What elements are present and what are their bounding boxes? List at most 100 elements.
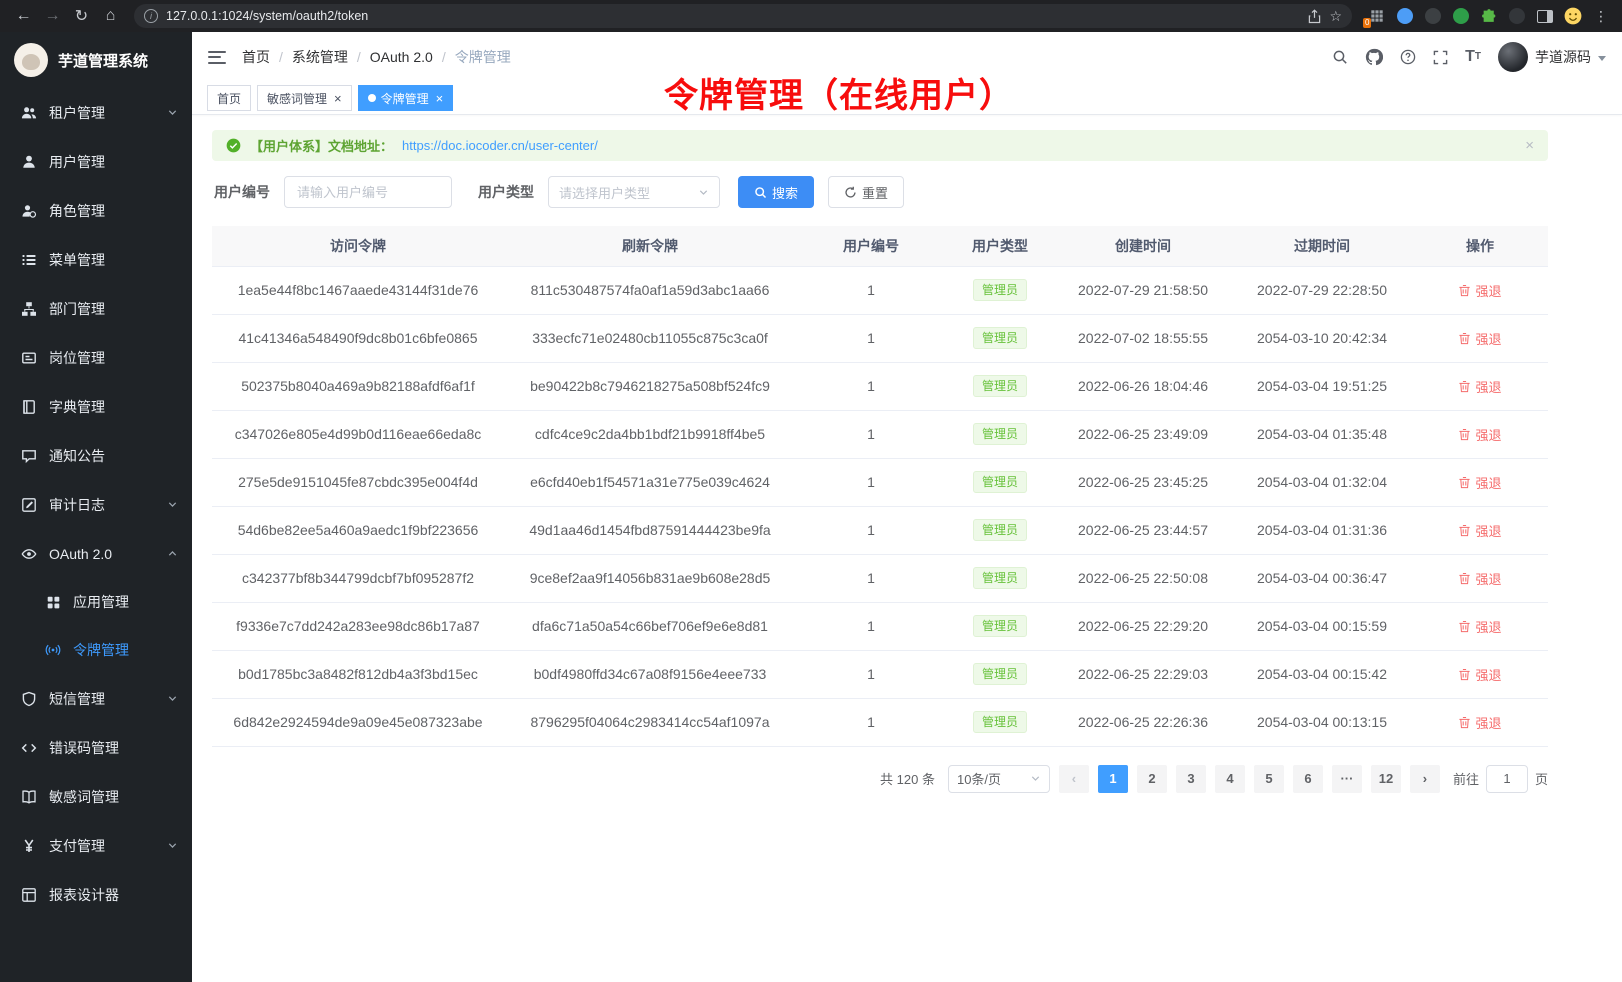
sidebar-item-岗位管理[interactable]: 岗位管理 bbox=[0, 333, 192, 382]
sidebar-subitem-令牌管理[interactable]: 令牌管理 bbox=[0, 626, 192, 674]
sidebar-subitem-应用管理[interactable]: 应用管理 bbox=[0, 578, 192, 626]
page-button-1[interactable]: 1 bbox=[1098, 765, 1128, 793]
sidebar-subitem-label: 应用管理 bbox=[73, 592, 129, 612]
extension-puzzle-icon[interactable] bbox=[1479, 6, 1499, 26]
force-logout-button[interactable]: 强退 bbox=[1458, 329, 1501, 348]
tab-敏感词管理[interactable]: 敏感词管理× bbox=[257, 85, 352, 111]
user-menu[interactable]: 芋道源码 bbox=[1498, 42, 1606, 72]
sidebar-item-支付管理[interactable]: 支付管理 bbox=[0, 821, 192, 870]
breadcrumb-item[interactable]: OAuth 2.0 bbox=[370, 49, 433, 65]
force-logout-button[interactable]: 强退 bbox=[1458, 713, 1501, 732]
extension-dark-1-icon[interactable] bbox=[1423, 6, 1443, 26]
sidebar-item-错误码管理[interactable]: 错误码管理 bbox=[0, 723, 192, 772]
browser-menu-icon[interactable]: ⋮ bbox=[1590, 8, 1612, 25]
page-button-2[interactable]: 2 bbox=[1137, 765, 1167, 793]
page-button-4[interactable]: 4 bbox=[1215, 765, 1245, 793]
back-icon[interactable]: ← bbox=[10, 3, 37, 29]
extension-avatar-icon[interactable] bbox=[1563, 6, 1583, 26]
site-info-icon[interactable]: i bbox=[144, 9, 158, 23]
user-type-badge: 管理员 bbox=[973, 711, 1027, 733]
reset-button[interactable]: 重置 bbox=[828, 176, 904, 208]
sidebar-item-角色管理[interactable]: 角色管理 bbox=[0, 186, 192, 235]
refresh-token-cell: 333ecfc71e02480cb11055c875c3ca0f bbox=[504, 314, 796, 362]
close-icon[interactable]: × bbox=[436, 91, 444, 106]
font-size-icon[interactable]: TT bbox=[1465, 49, 1481, 65]
sidebar-item-租户管理[interactable]: 租户管理 bbox=[0, 88, 192, 137]
alert-link[interactable]: https://doc.iocoder.cn/user-center/ bbox=[402, 138, 598, 153]
sidebar-item-报表设计器[interactable]: 报表设计器 bbox=[0, 870, 192, 919]
home-icon[interactable]: ⌂ bbox=[97, 3, 124, 29]
breadcrumb-item[interactable]: 首页 bbox=[242, 47, 270, 67]
trash-icon bbox=[1458, 620, 1471, 633]
extension-grid-icon[interactable]: 0 bbox=[1367, 6, 1387, 26]
force-logout-button[interactable]: 强退 bbox=[1458, 377, 1501, 396]
page-size-select[interactable]: 10条/页 bbox=[948, 765, 1050, 793]
user-type-badge: 管理员 bbox=[973, 663, 1027, 685]
sidebar-item-用户管理[interactable]: 用户管理 bbox=[0, 137, 192, 186]
extension-panel-icon[interactable] bbox=[1535, 6, 1555, 26]
chevron-down-icon bbox=[1598, 56, 1606, 61]
collapse-menu-icon[interactable] bbox=[208, 51, 226, 64]
trash-icon bbox=[1458, 332, 1471, 345]
breadcrumb-separator: / bbox=[279, 49, 283, 65]
bookmark-star-icon[interactable]: ☆ bbox=[1329, 8, 1342, 25]
tab-令牌管理[interactable]: 令牌管理× bbox=[358, 85, 454, 111]
page-button-3[interactable]: 3 bbox=[1176, 765, 1206, 793]
sidebar-item-审计日志[interactable]: 审计日志 bbox=[0, 480, 192, 529]
alert-close-icon[interactable]: × bbox=[1525, 137, 1534, 154]
sidebar-item-短信管理[interactable]: 短信管理 bbox=[0, 674, 192, 723]
close-icon[interactable]: × bbox=[334, 91, 342, 106]
user-type-select[interactable]: 请选择用户类型 bbox=[548, 176, 720, 208]
extension-badge: 0 bbox=[1363, 18, 1371, 28]
github-icon[interactable] bbox=[1365, 48, 1383, 66]
create-time-cell: 2022-06-25 23:45:25 bbox=[1054, 458, 1232, 506]
page-button-6[interactable]: 6 bbox=[1293, 765, 1323, 793]
forward-icon[interactable]: → bbox=[39, 3, 66, 29]
sidebar-item-菜单管理[interactable]: 菜单管理 bbox=[0, 235, 192, 284]
next-page-button[interactable]: › bbox=[1410, 765, 1440, 793]
chevron-down-icon bbox=[167, 499, 178, 510]
force-logout-button[interactable]: 强退 bbox=[1458, 473, 1501, 492]
user-id-input[interactable] bbox=[284, 176, 452, 208]
expire-time-cell: 2054-03-04 00:15:42 bbox=[1232, 650, 1412, 698]
pager-more-button[interactable]: ··· bbox=[1332, 765, 1362, 793]
page-button-5[interactable]: 5 bbox=[1254, 765, 1284, 793]
extension-blue-icon[interactable] bbox=[1395, 6, 1415, 26]
sidebar-item-label: 租户管理 bbox=[49, 103, 105, 123]
force-logout-button[interactable]: 强退 bbox=[1458, 521, 1501, 540]
page-button-12[interactable]: 12 bbox=[1371, 765, 1401, 793]
share-icon[interactable] bbox=[1308, 9, 1321, 24]
reload-icon[interactable]: ↻ bbox=[68, 3, 95, 29]
breadcrumb-item[interactable]: 系统管理 bbox=[292, 47, 348, 67]
book-icon bbox=[20, 399, 38, 415]
sidebar-item-敏感词管理[interactable]: 敏感词管理 bbox=[0, 772, 192, 821]
app-logo[interactable]: 芋道管理系统 bbox=[0, 32, 192, 88]
postcard-icon bbox=[20, 350, 38, 366]
search-icon[interactable] bbox=[1332, 49, 1348, 65]
force-logout-button[interactable]: 强退 bbox=[1458, 617, 1501, 636]
force-logout-button[interactable]: 强退 bbox=[1458, 665, 1501, 684]
table-row: b0d1785bc3a8482f812db4a3f3bd15ecb0df4980… bbox=[212, 650, 1548, 698]
table-row: 502375b8040a469a9b82188afdf6af1fbe90422b… bbox=[212, 362, 1548, 410]
sidebar-item-OAuth 2.0[interactable]: OAuth 2.0 bbox=[0, 529, 192, 578]
sidebar-item-通知公告[interactable]: 通知公告 bbox=[0, 431, 192, 480]
expire-time-cell: 2022-07-29 22:28:50 bbox=[1232, 266, 1412, 314]
help-icon[interactable] bbox=[1400, 49, 1416, 65]
fullscreen-icon[interactable] bbox=[1433, 50, 1448, 65]
address-bar[interactable]: i 127.0.0.1:1024/system/oauth2/token ☆ bbox=[134, 4, 1352, 28]
sidebar-item-部门管理[interactable]: 部门管理 bbox=[0, 284, 192, 333]
create-time-cell: 2022-06-26 18:04:46 bbox=[1054, 362, 1232, 410]
force-logout-button[interactable]: 强退 bbox=[1458, 425, 1501, 444]
extension-green-1-icon[interactable] bbox=[1451, 6, 1471, 26]
expire-time-cell: 2054-03-04 19:51:25 bbox=[1232, 362, 1412, 410]
sidebar-item-字典管理[interactable]: 字典管理 bbox=[0, 382, 192, 431]
tab-首页[interactable]: 首页 bbox=[207, 85, 251, 111]
prev-page-button[interactable]: ‹ bbox=[1059, 765, 1089, 793]
force-logout-button[interactable]: 强退 bbox=[1458, 281, 1501, 300]
extension-dark-2-icon[interactable] bbox=[1507, 6, 1527, 26]
create-time-cell: 2022-07-29 21:58:50 bbox=[1054, 266, 1232, 314]
goto-page-input[interactable] bbox=[1486, 765, 1528, 793]
search-button[interactable]: 搜索 bbox=[738, 176, 814, 208]
url-text[interactable]: 127.0.0.1:1024/system/oauth2/token bbox=[166, 9, 1300, 23]
force-logout-button[interactable]: 强退 bbox=[1458, 569, 1501, 588]
